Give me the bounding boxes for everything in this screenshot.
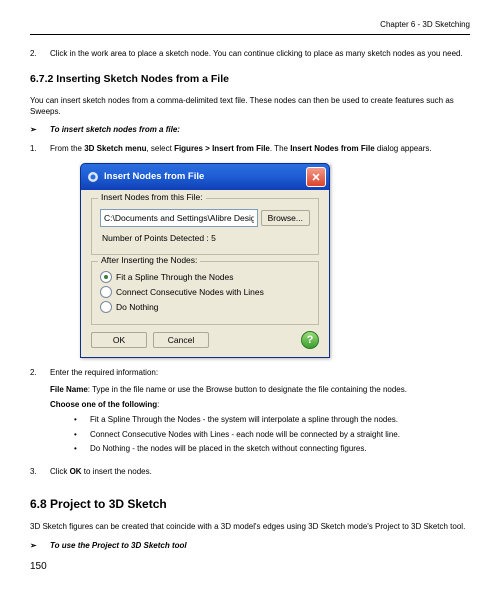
sub-heading-text: To insert sketch nodes from a file: xyxy=(50,125,180,136)
bullet-icon: • xyxy=(70,415,90,426)
bullet-list: • Fit a Spline Through the Nodes - the s… xyxy=(50,415,470,455)
path-row: Browse... xyxy=(100,209,310,227)
section-intro: You can insert sketch nodes from a comma… xyxy=(30,96,470,118)
list-number: 1. xyxy=(30,144,50,155)
text-bold: Choose one of the following xyxy=(50,400,157,409)
browse-button[interactable]: Browse... xyxy=(261,210,310,226)
list-body: From the 3D Sketch menu, select Figures … xyxy=(50,144,470,155)
choose-line: Choose one of the following: xyxy=(50,400,470,411)
text: : Type in the file name or use the Brows… xyxy=(88,385,407,394)
text-bold: 3D Sketch menu xyxy=(84,144,146,153)
list-body: Click OK to insert the nodes. xyxy=(50,467,470,478)
filename-line: File Name: Type in the file name or use … xyxy=(50,385,470,396)
text-bold: Figures > Insert from File xyxy=(174,144,270,153)
radio-icon xyxy=(100,271,112,283)
page: Chapter 6 - 3D Sketching 2. Click in the… xyxy=(0,0,500,593)
radio-label: Do Nothing xyxy=(116,302,159,313)
dialog-title: Insert Nodes from File xyxy=(104,171,306,184)
close-icon xyxy=(312,173,320,181)
text: : xyxy=(157,400,159,409)
triangle-bullet-icon: ➢ xyxy=(30,125,50,136)
file-path-input[interactable] xyxy=(100,209,258,227)
list-body: Enter the required information: File Nam… xyxy=(50,368,470,459)
ok-button[interactable]: OK xyxy=(91,332,147,348)
cancel-button[interactable]: Cancel xyxy=(153,332,209,348)
radio-label: Connect Consecutive Nodes with Lines xyxy=(116,287,264,298)
dialog-screenshot: Insert Nodes from File Insert Nodes from… xyxy=(80,163,470,358)
radio-option-spline[interactable]: Fit a Spline Through the Nodes xyxy=(100,271,310,283)
num-points-label: Number of Points Detected : 5 xyxy=(102,233,310,244)
text-bold: OK xyxy=(70,467,82,476)
bullet-text: Do Nothing - the nodes will be placed in… xyxy=(90,444,367,455)
list-number: 2. xyxy=(30,368,50,459)
list-item-2: 2. Click in the work area to place a ske… xyxy=(30,49,470,60)
triangle-bullet-icon: ➢ xyxy=(30,541,50,552)
close-button[interactable] xyxy=(306,167,326,187)
radio-label: Fit a Spline Through the Nodes xyxy=(116,272,234,283)
text: Click xyxy=(50,467,70,476)
insert-nodes-dialog: Insert Nodes from File Insert Nodes from… xyxy=(80,163,330,358)
step-3: 3. Click OK to insert the nodes. xyxy=(30,467,470,478)
button-row: OK Cancel ? xyxy=(91,331,319,349)
sub-heading-project: ➢ To use the Project to 3D Sketch tool xyxy=(30,541,470,552)
after-group: After Inserting the Nodes: Fit a Spline … xyxy=(91,261,319,325)
dialog-body: Insert Nodes from this File: Browse... N… xyxy=(80,190,330,358)
text: , select xyxy=(146,144,174,153)
section-intro-68: 3D Sketch figures can be created that co… xyxy=(30,522,470,533)
chapter-header: Chapter 6 - 3D Sketching xyxy=(30,20,470,35)
bullet-icon: • xyxy=(70,444,90,455)
text: . The xyxy=(270,144,290,153)
dialog-icon xyxy=(86,170,100,184)
bullet-item: • Connect Consecutive Nodes with Lines -… xyxy=(70,430,470,441)
file-group: Insert Nodes from this File: Browse... N… xyxy=(91,198,319,255)
section-heading-672: 6.7.2 Inserting Sketch Nodes from a File xyxy=(30,72,470,86)
section-heading-68: 6.8 Project to 3D Sketch xyxy=(30,496,470,512)
radio-option-nothing[interactable]: Do Nothing xyxy=(100,301,310,313)
bullet-text: Connect Consecutive Nodes with Lines - e… xyxy=(90,430,400,441)
bullet-icon: • xyxy=(70,430,90,441)
step-1: 1. From the 3D Sketch menu, select Figur… xyxy=(30,144,470,155)
group-label: After Inserting the Nodes: xyxy=(98,255,200,266)
text-bold: Insert Nodes from File xyxy=(290,144,374,153)
sub-heading-text: To use the Project to 3D Sketch tool xyxy=(50,541,187,552)
sub-heading-insert: ➢ To insert sketch nodes from a file: xyxy=(30,125,470,136)
radio-icon xyxy=(100,301,112,313)
help-button[interactable]: ? xyxy=(301,331,319,349)
dialog-titlebar: Insert Nodes from File xyxy=(80,163,330,190)
radio-icon xyxy=(100,286,112,298)
page-number: 150 xyxy=(30,560,470,574)
bullet-item: • Fit a Spline Through the Nodes - the s… xyxy=(70,415,470,426)
step-2: 2. Enter the required information: File … xyxy=(30,368,470,459)
list-body: Click in the work area to place a sketch… xyxy=(50,49,470,60)
text: to insert the nodes. xyxy=(82,467,152,476)
text: From the xyxy=(50,144,84,153)
text-bold: File Name xyxy=(50,385,88,394)
bullet-text: Fit a Spline Through the Nodes - the sys… xyxy=(90,415,398,426)
list-number: 2. xyxy=(30,49,50,60)
bullet-item: • Do Nothing - the nodes will be placed … xyxy=(70,444,470,455)
group-label: Insert Nodes from this File: xyxy=(98,192,206,203)
text: Enter the required information: xyxy=(50,368,470,379)
list-number: 3. xyxy=(30,467,50,478)
radio-option-lines[interactable]: Connect Consecutive Nodes with Lines xyxy=(100,286,310,298)
text: dialog appears. xyxy=(375,144,432,153)
